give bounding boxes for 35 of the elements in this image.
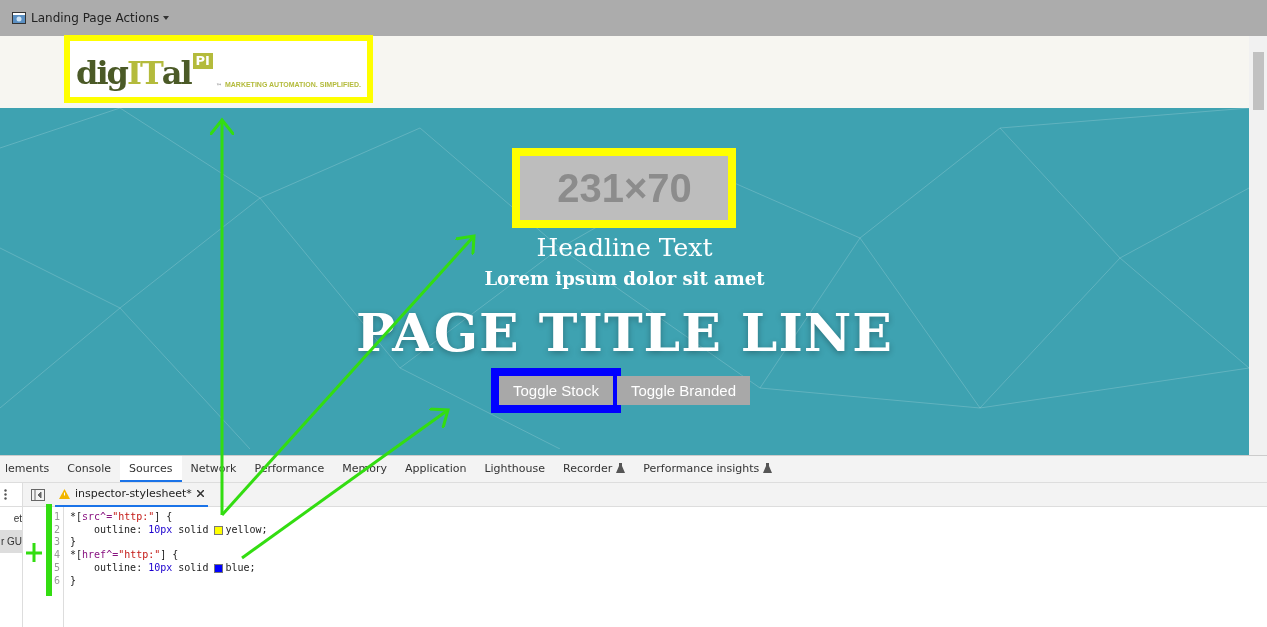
devtools-tab[interactable]: Application bbox=[395, 456, 476, 482]
warning-icon bbox=[59, 488, 70, 499]
line-number: 4 bbox=[53, 549, 60, 562]
toggle-sidebar-icon[interactable] bbox=[31, 488, 45, 501]
close-icon[interactable] bbox=[196, 490, 204, 497]
devtools-tab[interactable]: Console bbox=[58, 456, 120, 482]
code-line: outline: 10px solid blue; bbox=[93, 561, 257, 575]
devtools-tab[interactable]: Recorder bbox=[554, 456, 635, 482]
headline: Headline Text bbox=[536, 234, 713, 262]
devtools-tab[interactable]: lements bbox=[0, 456, 59, 482]
annotation-plus-mark bbox=[24, 541, 44, 564]
code-line: *[href^="http:"] { bbox=[70, 549, 180, 562]
more-options-icon[interactable] bbox=[4, 489, 7, 500]
browser-window-icon bbox=[12, 12, 26, 24]
code-line: } bbox=[70, 574, 78, 588]
line-number: 1 bbox=[53, 511, 60, 524]
code-line: *[src^="http:"] { bbox=[70, 511, 174, 524]
devtools-tab[interactable]: Sources bbox=[120, 456, 182, 482]
subheadline: Lorem ipsum dolor sit amet bbox=[484, 267, 765, 291]
file-tab[interactable]: inspector-stylesheet* bbox=[55, 482, 208, 507]
landing-page-actions-menu[interactable]: Landing Page Actions bbox=[31, 11, 170, 25]
devtools-tab[interactable]: Performance insights bbox=[634, 456, 782, 482]
line-number: 6 bbox=[53, 574, 60, 588]
code-line: } bbox=[70, 536, 78, 550]
line-number: 3 bbox=[53, 536, 60, 550]
navigator-item[interactable]: et bbox=[0, 507, 22, 530]
code-line: outline: 10px solid yellow; bbox=[93, 523, 268, 537]
line-number: 5 bbox=[53, 561, 60, 575]
scrollbar[interactable] bbox=[1249, 36, 1267, 455]
color-swatch[interactable] bbox=[214, 563, 224, 573]
devtools-tab[interactable]: Lighthouse bbox=[475, 456, 554, 482]
caret-icon bbox=[163, 16, 170, 20]
navigator-item[interactable]: r GU bbox=[0, 530, 22, 553]
color-swatch[interactable] bbox=[214, 525, 224, 535]
line-number: 2 bbox=[53, 523, 60, 537]
